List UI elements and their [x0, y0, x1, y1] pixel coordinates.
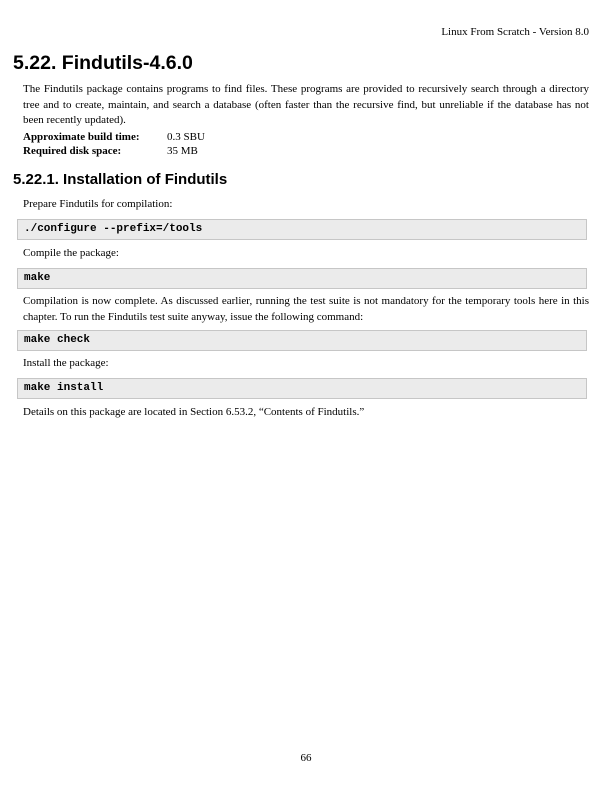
running-header: Linux From Scratch - Version 8.0: [441, 26, 589, 38]
build-time-row: Approximate build time: 0.3 SBU: [23, 130, 205, 144]
prepare-text: Prepare Findutils for compilation:: [23, 198, 173, 210]
subsection-title: 5.22.1. Installation of Findutils: [13, 171, 228, 188]
details-text: Details on this package are located in S…: [23, 406, 365, 418]
configure-command: ./configure --prefix=/tools: [17, 219, 587, 240]
build-time-label: Approximate build time:: [23, 131, 140, 143]
disk-space-value: 35 MB: [167, 145, 198, 157]
install-text: Install the package:: [23, 357, 109, 369]
make-command: make: [17, 268, 587, 289]
test-suite-text: Compilation is now complete. As discusse…: [23, 295, 589, 323]
compile-text: Compile the package:: [23, 247, 119, 259]
package-info-table: Approximate build time: 0.3 SBU Required…: [23, 130, 205, 158]
disk-space-row: Required disk space: 35 MB: [23, 144, 205, 158]
disk-space-label: Required disk space:: [23, 145, 122, 157]
section-title: 5.22. Findutils-4.6.0: [13, 52, 193, 74]
make-check-command: make check: [17, 330, 587, 351]
make-install-command: make install: [17, 378, 587, 399]
page-number: 66: [300, 752, 312, 764]
build-time-value: 0.3 SBU: [167, 131, 205, 143]
intro-paragraph: The Findutils package contains programs …: [23, 83, 589, 126]
